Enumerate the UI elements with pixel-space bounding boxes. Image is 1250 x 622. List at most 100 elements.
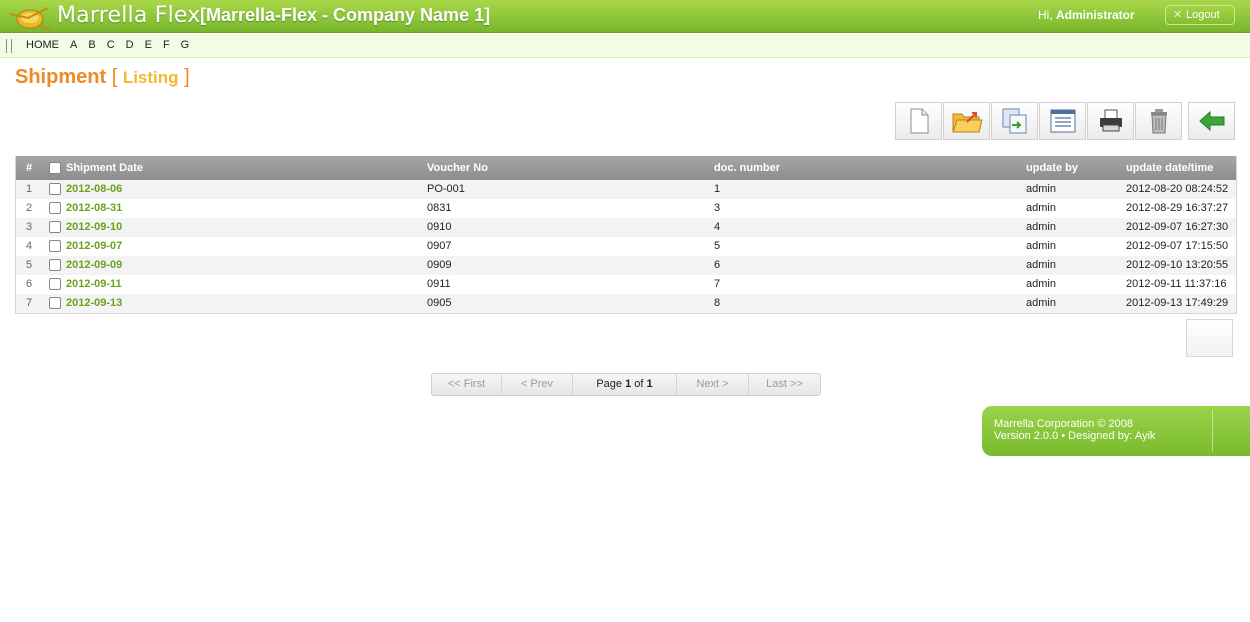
row-checkbox[interactable] bbox=[49, 278, 61, 290]
doc-number: 1 bbox=[714, 183, 721, 195]
table-body: 1 2012-08-06 PO-001 1 admin 2012-08-20 0… bbox=[16, 180, 1236, 313]
menu-item-home[interactable]: HOME bbox=[26, 39, 59, 51]
page-indicator: Page 1 of 1 bbox=[573, 373, 677, 396]
blank-action-box[interactable] bbox=[1186, 319, 1233, 357]
shipment-date-link[interactable]: 2012-08-06 bbox=[66, 180, 122, 199]
menu-item-d[interactable]: D bbox=[126, 39, 134, 51]
col-voucher-header[interactable]: Voucher No bbox=[427, 156, 488, 180]
row-checkbox[interactable] bbox=[49, 259, 61, 271]
table-row: 1 2012-08-06 PO-001 1 admin 2012-08-20 0… bbox=[16, 180, 1236, 199]
menu-item-a[interactable]: A bbox=[70, 39, 77, 51]
back-arrow-icon bbox=[1198, 110, 1224, 132]
updated-by: admin bbox=[1026, 183, 1056, 195]
updated-datetime: 2012-08-29 16:37:27 bbox=[1126, 202, 1229, 214]
doc-number: 5 bbox=[714, 240, 721, 252]
row-number: 4 bbox=[26, 240, 33, 252]
pagination: << First < Prev Page 1 of 1 Next > Last … bbox=[431, 373, 821, 396]
logout-button[interactable]: ✕ Logout bbox=[1165, 5, 1235, 25]
page-title: Shipment [ Listing ] bbox=[15, 66, 190, 89]
voucher-no: 0905 bbox=[427, 297, 452, 309]
doc-number: 4 bbox=[714, 221, 721, 233]
select-all-checkbox[interactable] bbox=[49, 162, 61, 174]
shipment-date-link[interactable]: 2012-09-09 bbox=[66, 256, 122, 275]
open-button[interactable] bbox=[943, 102, 990, 140]
table-row: 4 2012-09-07 0907 5 admin 2012-09-07 17:… bbox=[16, 237, 1236, 256]
shipment-date-link[interactable]: 2012-09-07 bbox=[66, 237, 122, 256]
voucher-no: 0831 bbox=[427, 202, 452, 214]
last-page-button[interactable]: Last >> bbox=[749, 373, 820, 396]
open-folder-icon bbox=[951, 112, 983, 133]
action-toolbar bbox=[895, 102, 1236, 140]
updated-by: admin bbox=[1026, 278, 1056, 290]
footer-copyright: Marrella Corporation © 2008 bbox=[994, 418, 1133, 430]
grip-handle-icon bbox=[6, 39, 12, 53]
row-checkbox[interactable] bbox=[49, 297, 61, 309]
col-updt-header[interactable]: update date/time bbox=[1126, 156, 1213, 180]
footer: Marrella Corporation © 2008 Version 2.0.… bbox=[982, 406, 1250, 456]
bracket-open: [ bbox=[111, 66, 118, 88]
updated-datetime: 2012-09-10 13:20:55 bbox=[1126, 259, 1229, 271]
row-number: 6 bbox=[26, 278, 33, 290]
doc-number: 7 bbox=[714, 278, 721, 290]
menu-item-c[interactable]: C bbox=[107, 39, 115, 51]
back-button[interactable] bbox=[1188, 102, 1235, 140]
row-checkbox[interactable] bbox=[49, 183, 61, 195]
menu-item-b[interactable]: B bbox=[88, 39, 95, 51]
row-number: 1 bbox=[26, 183, 33, 195]
total-pages: 1 bbox=[646, 378, 653, 390]
row-number: 2 bbox=[26, 202, 33, 214]
shipment-date-link[interactable]: 2012-09-13 bbox=[66, 294, 122, 313]
menu-item-f[interactable]: F bbox=[163, 39, 170, 51]
row-number: 7 bbox=[26, 297, 33, 309]
voucher-no: 0910 bbox=[427, 221, 452, 233]
menu-bar: HOME A B C D E F G bbox=[0, 34, 1250, 58]
updated-datetime: 2012-09-07 17:15:50 bbox=[1126, 240, 1229, 252]
user-greeting: Hi, Administrator bbox=[1038, 8, 1135, 22]
shipment-date-link[interactable]: 2012-09-10 bbox=[66, 218, 122, 237]
page-title-text: Shipment bbox=[15, 66, 107, 88]
updated-datetime: 2012-09-13 17:49:29 bbox=[1126, 297, 1229, 309]
voucher-no: 0911 bbox=[427, 278, 451, 290]
brand-name: Marrella Flex bbox=[57, 3, 201, 28]
delete-button[interactable] bbox=[1135, 102, 1182, 140]
table-row: 7 2012-09-13 0905 8 admin 2012-09-13 17:… bbox=[16, 294, 1236, 313]
prev-page-button[interactable]: < Prev bbox=[502, 373, 573, 396]
menu-item-g[interactable]: G bbox=[181, 39, 190, 51]
shipment-date-link[interactable]: 2012-08-31 bbox=[66, 199, 122, 218]
copy-document-icon bbox=[1002, 108, 1026, 134]
updated-by: admin bbox=[1026, 221, 1056, 233]
col-date-header[interactable]: Shipment Date bbox=[66, 156, 143, 180]
row-number: 5 bbox=[26, 259, 33, 271]
greeting-prefix: Hi, bbox=[1038, 8, 1056, 22]
table-row: 5 2012-09-09 0909 6 admin 2012-09-10 13:… bbox=[16, 256, 1236, 275]
shipment-date-link[interactable]: 2012-09-11 bbox=[66, 275, 122, 294]
row-checkbox[interactable] bbox=[49, 221, 61, 233]
doc-number: 3 bbox=[714, 202, 721, 214]
col-upby-header[interactable]: update by bbox=[1026, 156, 1078, 180]
trash-icon bbox=[1150, 109, 1167, 134]
table-row: 3 2012-09-10 0910 4 admin 2012-09-07 16:… bbox=[16, 218, 1236, 237]
next-page-button[interactable]: Next > bbox=[677, 373, 749, 396]
updated-by: admin bbox=[1026, 297, 1056, 309]
col-doc-header[interactable]: doc. number bbox=[714, 156, 780, 180]
footer-divider bbox=[1212, 410, 1213, 452]
voucher-no: 0907 bbox=[427, 240, 452, 252]
row-checkbox[interactable] bbox=[49, 240, 61, 252]
menu-item-e[interactable]: E bbox=[145, 39, 152, 51]
new-button[interactable] bbox=[895, 102, 942, 140]
copy-button[interactable] bbox=[991, 102, 1038, 140]
first-page-button[interactable]: << First bbox=[432, 373, 502, 396]
table-row: 2 2012-08-31 0831 3 admin 2012-08-29 16:… bbox=[16, 199, 1236, 218]
page-word: Page bbox=[596, 378, 626, 390]
print-button[interactable] bbox=[1087, 102, 1134, 140]
voucher-no: 0909 bbox=[427, 259, 452, 271]
shipment-table: # Shipment Date Voucher No doc. number u… bbox=[15, 156, 1237, 314]
updated-by: admin bbox=[1026, 240, 1056, 252]
row-number: 3 bbox=[26, 221, 33, 233]
row-checkbox[interactable] bbox=[49, 202, 61, 214]
updated-datetime: 2012-09-07 16:27:30 bbox=[1126, 221, 1229, 233]
updated-by: admin bbox=[1026, 202, 1056, 214]
list-view-button[interactable] bbox=[1039, 102, 1086, 140]
main-menu: HOME A B C D E F G bbox=[26, 39, 200, 51]
updated-by: admin bbox=[1026, 259, 1056, 271]
